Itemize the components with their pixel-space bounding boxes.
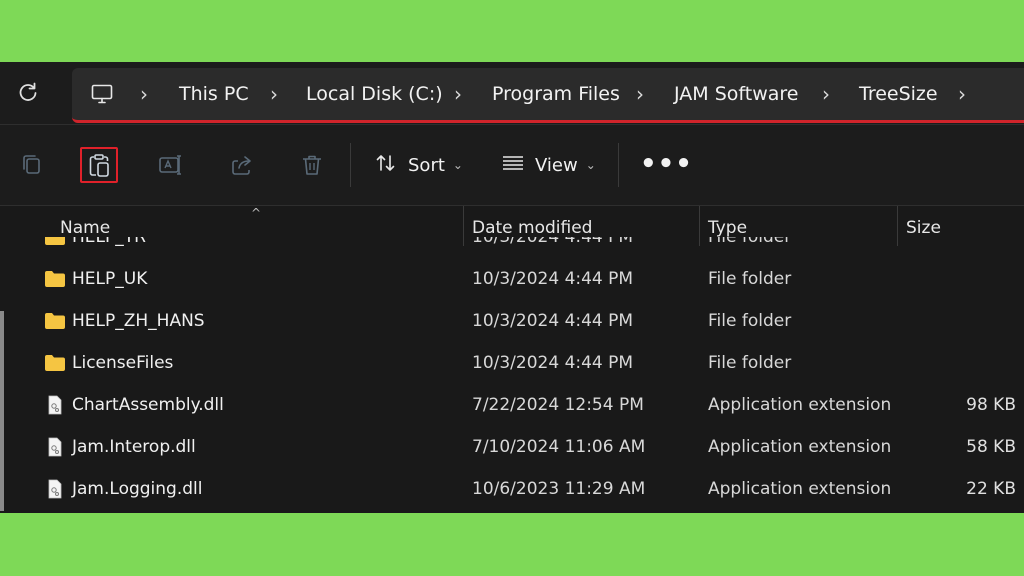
view-button[interactable]: View ⌄ (501, 151, 596, 179)
refresh-icon[interactable] (16, 80, 40, 104)
breadcrumb-item[interactable]: This PC (179, 82, 249, 106)
table-row[interactable]: Jam.Logging.dll 10/6/2023 11:29 AM Appli… (0, 469, 1024, 511)
file-type: File folder (708, 353, 792, 373)
file-date: 10/6/2023 11:29 AM (472, 479, 646, 499)
trash-icon[interactable] (298, 151, 326, 179)
chevron-down-icon: ⌄ (585, 158, 596, 172)
file-type: File folder (708, 311, 792, 331)
file-type: File folder (708, 269, 792, 289)
table-row[interactable]: ChartAssembly.dll 7/22/2024 12:54 PM App… (0, 385, 1024, 427)
file-size: 22 KB (966, 479, 1016, 499)
sort-icon (374, 151, 398, 180)
toolbar-separator (350, 143, 351, 187)
file-name: Jam.Interop.dll (72, 437, 196, 457)
chevron-right-icon[interactable]: › (636, 82, 644, 106)
file-type: Application extension (708, 395, 892, 415)
copy-icon[interactable] (18, 151, 46, 179)
view-label: View (535, 154, 578, 176)
chevron-right-icon[interactable]: › (822, 82, 830, 106)
more-icon[interactable]: ••• (640, 149, 693, 179)
chevron-right-icon[interactable]: › (958, 82, 966, 106)
column-type[interactable]: Type (708, 218, 747, 238)
file-type: File folder (708, 237, 792, 247)
dll-file-icon (44, 395, 66, 415)
file-type: Application extension (708, 479, 892, 499)
sort-button[interactable]: Sort ⌄ (374, 151, 463, 179)
file-date: 7/10/2024 11:06 AM (472, 437, 646, 457)
breadcrumb-item[interactable]: JAM Software (674, 82, 798, 106)
table-row[interactable]: Jam.Interop.dll 7/10/2024 11:06 AM Appli… (0, 427, 1024, 469)
column-date[interactable]: Date modified (472, 218, 592, 238)
address-row: › This PC › Local Disk (C:) › Program Fi… (0, 62, 1024, 124)
dll-file-icon (44, 437, 66, 457)
file-name: HELP_TR (72, 237, 146, 247)
chevron-right-icon[interactable]: › (270, 82, 278, 106)
table-row[interactable]: HELP_UK 10/3/2024 4:44 PM File folder (0, 259, 1024, 301)
sort-label: Sort (408, 154, 445, 176)
breadcrumb-item[interactable]: Program Files (492, 82, 620, 106)
table-row[interactable]: LicenseFiles 10/3/2024 4:44 PM File fold… (0, 343, 1024, 385)
monitor-icon[interactable] (90, 82, 114, 110)
chevron-right-icon[interactable]: › (454, 82, 462, 106)
file-name: HELP_ZH_HANS (72, 311, 205, 331)
file-date: 10/3/2024 4:44 PM (472, 311, 634, 331)
file-list: HELP_TR 10/3/2024 4:44 PM File folder HE… (0, 237, 1024, 513)
file-name: HELP_UK (72, 269, 148, 289)
breadcrumb-item[interactable]: TreeSize (859, 82, 938, 106)
column-size[interactable]: Size (906, 218, 941, 238)
scrollbar-thumb[interactable] (0, 311, 4, 511)
table-row[interactable]: HELP_ZH_HANS 10/3/2024 4:44 PM File fold… (0, 301, 1024, 343)
address-bar[interactable]: › This PC › Local Disk (C:) › Program Fi… (72, 68, 1024, 123)
file-date: 10/3/2024 4:44 PM (472, 269, 634, 289)
file-explorer-window: › This PC › Local Disk (C:) › Program Fi… (0, 62, 1024, 513)
command-bar: Sort ⌄ View ⌄ ••• (0, 125, 1024, 205)
file-size: 98 KB (966, 395, 1016, 415)
table-row[interactable]: HELP_TR 10/3/2024 4:44 PM File folder (0, 237, 1024, 259)
file-name: Jam.Logging.dll (72, 479, 203, 499)
sort-caret-icon: ^ (251, 206, 262, 220)
breadcrumb-item[interactable]: Local Disk (C:) (306, 82, 443, 106)
folder-icon (44, 311, 66, 331)
file-date: 7/22/2024 12:54 PM (472, 395, 644, 415)
folder-icon (44, 269, 66, 289)
paste-icon[interactable] (85, 151, 113, 179)
file-size: 58 KB (966, 437, 1016, 457)
file-name: ChartAssembly.dll (72, 395, 224, 415)
folder-icon (44, 353, 66, 373)
chevron-down-icon: ⌄ (452, 158, 463, 172)
file-date: 10/3/2024 4:44 PM (472, 237, 634, 247)
file-date: 10/3/2024 4:44 PM (472, 353, 634, 373)
file-type: Application extension (708, 437, 892, 457)
toolbar-separator (618, 143, 619, 187)
folder-icon (44, 237, 66, 247)
file-name: LicenseFiles (72, 353, 174, 373)
column-name[interactable]: Name (60, 218, 110, 238)
rename-icon[interactable] (157, 151, 185, 179)
share-icon[interactable] (228, 151, 256, 179)
scrollbar[interactable] (0, 206, 8, 513)
chevron-right-icon[interactable]: › (140, 82, 148, 106)
view-icon (501, 151, 525, 180)
dll-file-icon (44, 479, 66, 499)
